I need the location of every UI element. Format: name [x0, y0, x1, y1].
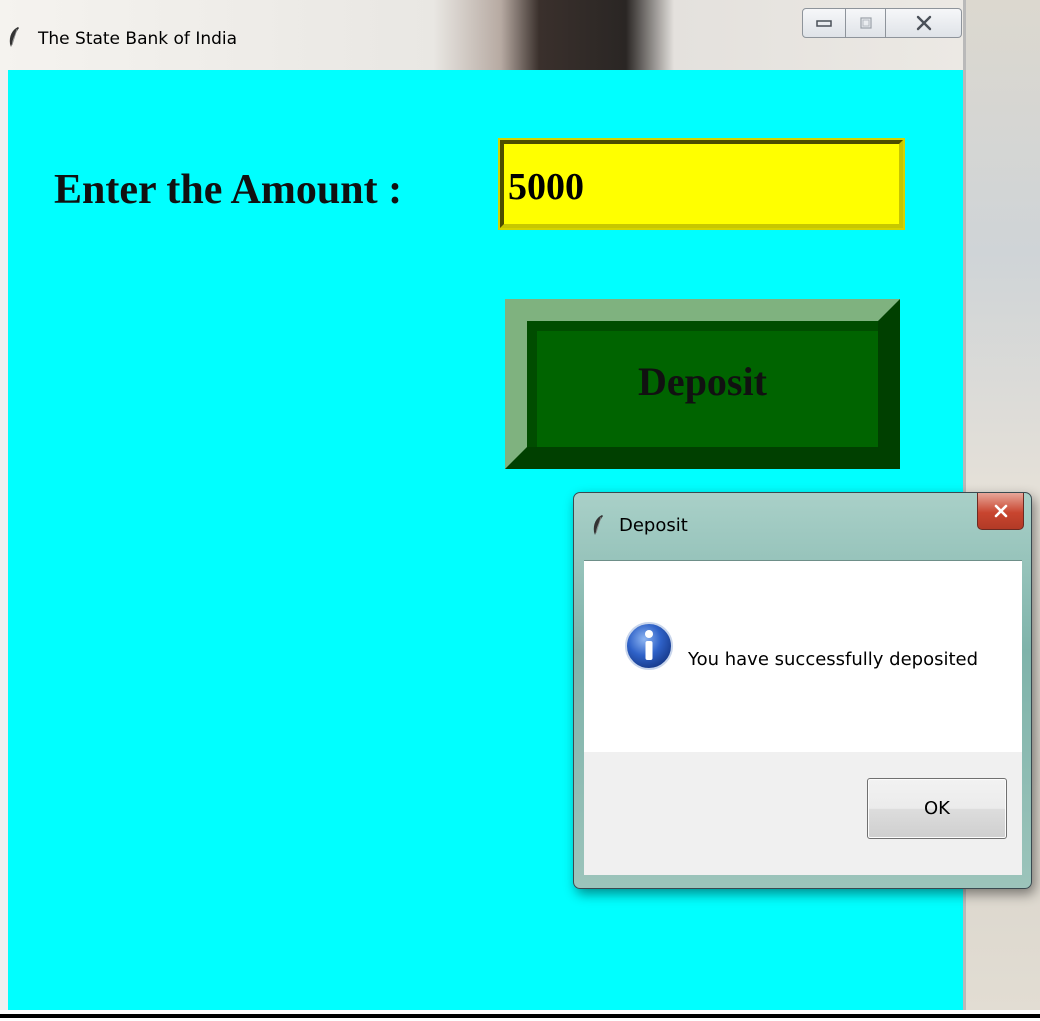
- ok-button[interactable]: OK: [867, 778, 1007, 839]
- feather-icon: [593, 515, 603, 535]
- dialog-body: You have successfully deposited: [584, 560, 1022, 753]
- main-titlebar[interactable]: The State Bank of India: [0, 0, 963, 70]
- maximize-icon: [859, 17, 872, 29]
- dialog-close-button[interactable]: [977, 493, 1024, 530]
- maximize-button[interactable]: [846, 8, 886, 38]
- deposit-button[interactable]: Deposit: [505, 299, 900, 469]
- deposit-dialog: Deposit You have successfully deposited …: [573, 492, 1032, 889]
- dialog-footer: OK: [584, 752, 1022, 875]
- dialog-title: Deposit: [619, 515, 688, 536]
- amount-label: Enter the Amount :: [54, 167, 403, 213]
- close-icon: [994, 504, 1007, 518]
- bottom-divider: [0, 1014, 1040, 1018]
- amount-input[interactable]: [498, 138, 905, 230]
- minimize-icon: [816, 20, 832, 27]
- window-title: The State Bank of India: [38, 29, 238, 49]
- close-icon: [916, 15, 931, 31]
- dialog-message: You have successfully deposited: [688, 649, 979, 670]
- feather-icon: [9, 27, 19, 47]
- deposit-button-label: Deposit: [638, 358, 767, 404]
- minimize-button[interactable]: [802, 8, 846, 38]
- info-icon: [625, 622, 673, 670]
- close-button[interactable]: [886, 8, 962, 38]
